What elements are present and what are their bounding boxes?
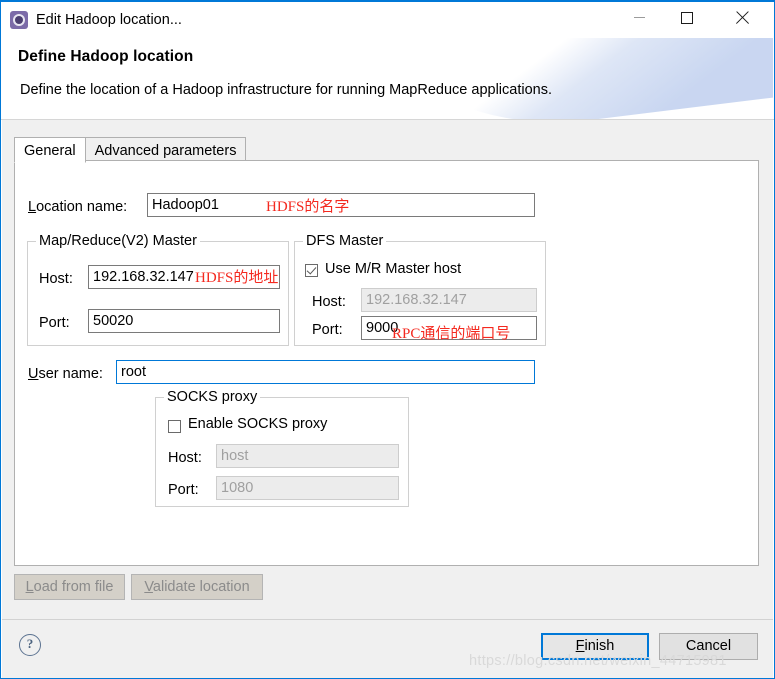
validate-location-button: Validate location — [131, 574, 263, 600]
finish-button[interactable]: Finish — [541, 633, 649, 660]
finish-mnemonic: F — [575, 638, 585, 654]
user-name-input[interactable]: root — [116, 360, 535, 384]
tab-advanced-parameters[interactable]: Advanced parameters — [84, 137, 247, 162]
socks-port-input: 1080 — [216, 476, 399, 500]
load-from-file-button: Load from file — [14, 574, 125, 600]
location-name-mnemonic: L — [28, 199, 37, 215]
dfs-host-input: 192.168.32.147 — [361, 288, 537, 312]
help-question-icon[interactable]: ? — [19, 634, 41, 656]
mr-port-label: Port: — [39, 315, 70, 331]
finish-rest: inish — [584, 638, 615, 654]
minimize-icon — [633, 17, 645, 18]
user-name-label-rest: ser name: — [38, 366, 103, 382]
page-description: Define the location of a Hadoop infrastr… — [20, 82, 552, 98]
socks-proxy-group: SOCKS proxy Enable SOCKS proxy Host: hos… — [155, 389, 409, 507]
tab-general[interactable]: General — [14, 137, 86, 163]
maximize-button[interactable] — [664, 2, 710, 33]
dfs-host-label: Host: — [312, 294, 346, 310]
dfs-port-label: Port: — [312, 322, 343, 338]
dialog-window: Edit Hadoop location... Define Hadoop lo… — [0, 0, 775, 679]
dialog-body: General Advanced parameters Location nam… — [2, 120, 773, 619]
dialog-footer: ? Finish Cancel — [2, 619, 773, 678]
minimize-button[interactable] — [616, 2, 662, 33]
window-title: Edit Hadoop location... — [36, 12, 182, 28]
general-tab-panel: Location name: Hadoop01 HDFS的名字 Map/Redu… — [14, 160, 759, 566]
dfs-port-input[interactable]: 9000 — [361, 316, 537, 340]
load-from-file-mnemonic: L — [25, 579, 34, 595]
socks-host-label: Host: — [168, 450, 202, 466]
validate-location-mnemonic: V — [144, 579, 153, 595]
title-bar: Edit Hadoop location... — [1, 2, 774, 38]
mr-host-input[interactable]: 192.168.32.147 — [88, 265, 280, 289]
location-name-input[interactable]: Hadoop01 — [147, 193, 535, 217]
close-button[interactable] — [719, 2, 765, 33]
load-from-file-rest: oad from file — [33, 579, 114, 595]
mapreduce-master-group-title: Map/Reduce(V2) Master — [36, 233, 200, 249]
socks-proxy-group-title: SOCKS proxy — [164, 389, 261, 405]
user-name-label: User name: — [28, 366, 103, 382]
location-name-label: Location name: — [28, 199, 127, 215]
socks-host-input: host — [216, 444, 399, 468]
cancel-button[interactable]: Cancel — [659, 633, 758, 660]
hadoop-gear-icon — [10, 11, 28, 29]
validate-location-rest: alidate location — [152, 579, 250, 595]
mr-port-input[interactable]: 50020 — [88, 309, 280, 333]
mapreduce-master-group: Map/Reduce(V2) Master Host: 192.168.32.1… — [27, 233, 289, 346]
page-title: Define Hadoop location — [18, 48, 194, 65]
dfs-master-group: DFS Master Use M/R Master host Host: 192… — [294, 233, 546, 346]
header-decoration — [387, 38, 773, 120]
tab-strip: General Advanced parameters — [14, 135, 247, 163]
user-name-mnemonic: U — [28, 366, 39, 382]
enable-socks-proxy-checkbox[interactable] — [168, 420, 181, 433]
wizard-header: Define Hadoop location Define the locati… — [2, 38, 773, 120]
use-mr-master-host-checkbox[interactable] — [305, 264, 318, 277]
dfs-master-group-title: DFS Master — [303, 233, 387, 249]
enable-socks-proxy-label[interactable]: Enable SOCKS proxy — [188, 416, 327, 432]
location-name-label-rest: ocation name: — [36, 199, 128, 215]
socks-port-label: Port: — [168, 482, 199, 498]
close-icon — [735, 11, 749, 25]
use-mr-master-host-label[interactable]: Use M/R Master host — [325, 261, 461, 277]
maximize-icon — [681, 11, 693, 24]
mr-host-label: Host: — [39, 271, 73, 287]
